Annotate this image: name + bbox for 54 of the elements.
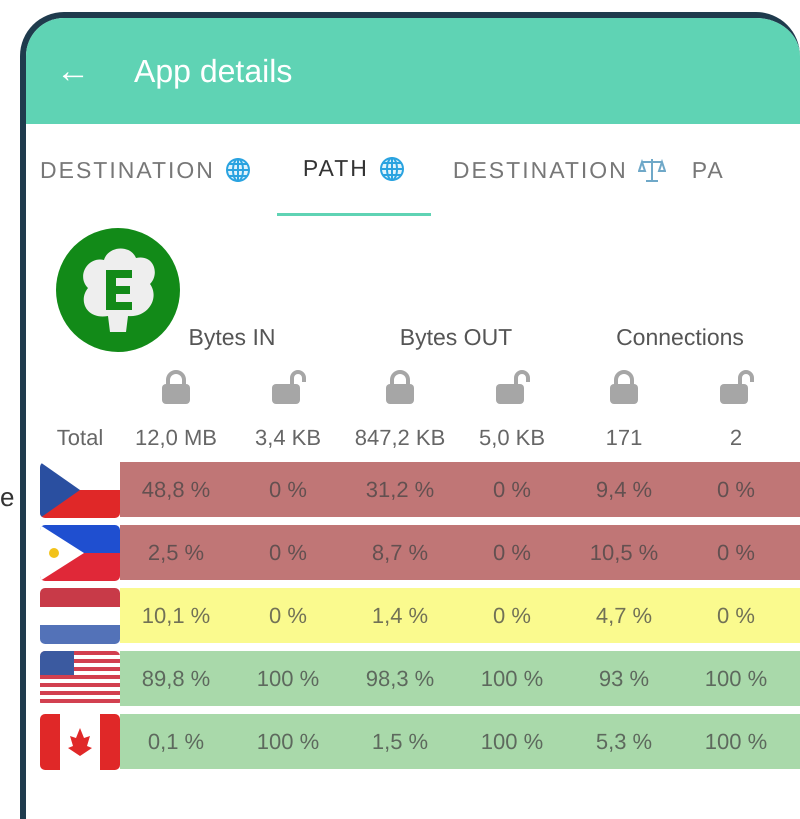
tab[interactable]: PA	[692, 124, 751, 216]
table-cell-text: 0 %	[268, 538, 308, 566]
table-cell-text: 89,8 %	[140, 664, 212, 692]
column-header: Bytes IN	[188, 323, 276, 352]
column-header: Connections	[615, 323, 745, 352]
table-cell-text: 3,4 KB	[254, 424, 322, 452]
screen-title: App details	[134, 52, 292, 91]
column-header: Bytes OUT	[398, 323, 514, 352]
table-cell-text: 31,2 %	[364, 476, 436, 504]
table-cell-text: 4,7 %	[594, 602, 654, 630]
table-cell-text: 2	[728, 424, 744, 452]
tab[interactable]: DESTINATION	[40, 124, 277, 216]
tab[interactable]: PATH	[276, 124, 431, 216]
philippine-flag-icon	[40, 524, 120, 580]
table-cell-text: 5,3 %	[594, 728, 654, 756]
table-cell-text: 0 %	[716, 538, 756, 566]
tab[interactable]: DESTINATION	[452, 124, 692, 216]
table-cell-text: 0 %	[268, 476, 308, 504]
table-cell-text: 10,5 %	[588, 538, 660, 566]
table-cell-text: 100 %	[256, 664, 320, 692]
table-cell-text: 100 %	[704, 728, 768, 756]
table-cell-text: 5,0 KB	[478, 424, 546, 452]
table-cell-text: 9,4 %	[594, 476, 654, 504]
table-cell-text: 100 %	[480, 664, 544, 692]
table-cell-text: 0 %	[268, 602, 308, 630]
table-cell-text: 847,2 KB	[354, 424, 446, 452]
table-cell-text: 171	[604, 424, 644, 452]
table-cell-text: 2,5 %	[146, 538, 206, 566]
scales-icon	[638, 157, 666, 183]
table-cell-text: 8,7 %	[370, 538, 430, 566]
table-cell-text: 0 %	[492, 538, 532, 566]
czech-flag-icon	[40, 462, 120, 518]
globe-icon	[378, 156, 405, 182]
edge-letter: e	[0, 481, 16, 514]
table-cell-text: 0 %	[716, 602, 756, 630]
table-cell-text: 48,8 %	[140, 476, 212, 504]
app-logo-icon	[56, 228, 180, 352]
table-cell-text: 98,3 %	[364, 664, 436, 692]
table-cell-text: 100 %	[480, 728, 544, 756]
table-cell-text: 0 %	[716, 476, 756, 504]
table-cell-text: 0 %	[492, 476, 532, 504]
table-cell-text: 100 %	[704, 664, 768, 692]
table-cell-text: 93 %	[598, 664, 650, 692]
table-cell-text: 1,5 %	[370, 728, 430, 756]
canadian-flag-icon	[40, 714, 120, 770]
table-cell-text: 12,0 MB	[134, 424, 218, 452]
dutch-flag-icon	[40, 588, 120, 644]
globe-icon	[224, 157, 251, 183]
table-cell-text: 100 %	[256, 728, 320, 756]
table-cell-text: 0,1 %	[146, 728, 206, 756]
table-cell-text: 10,1 %	[140, 602, 212, 630]
table-cell-text: 0 %	[492, 602, 532, 630]
row-label: Total	[56, 424, 104, 452]
table-cell-text: 1,4 %	[370, 602, 430, 630]
